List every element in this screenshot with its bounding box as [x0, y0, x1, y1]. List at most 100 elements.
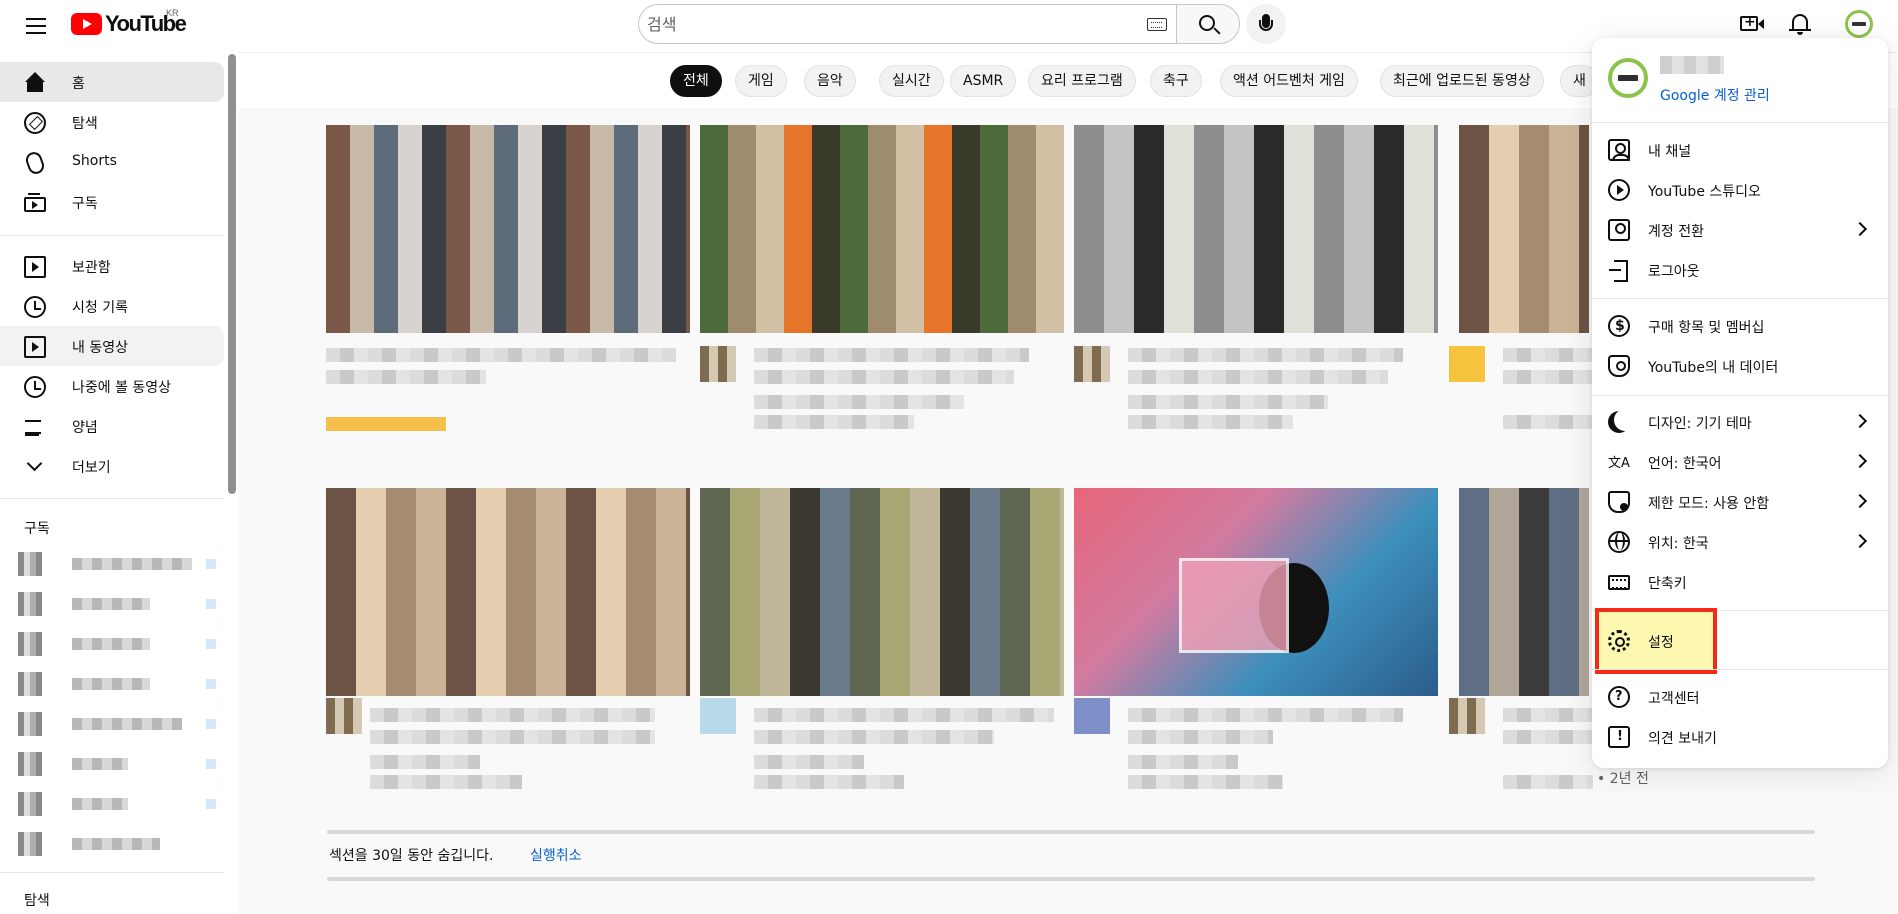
- video-title[interactable]: [326, 348, 676, 362]
- channel-avatar[interactable]: [700, 346, 736, 382]
- menu-item-restricted-mode[interactable]: 제한 모드: 사용 안함: [1592, 482, 1888, 522]
- video-title[interactable]: [754, 708, 1054, 722]
- sidebar-item-show-more[interactable]: 더보기: [0, 446, 224, 486]
- menu-item-appearance[interactable]: 디자인: 기기 테마: [1592, 402, 1888, 442]
- sidebar-item-explore[interactable]: 탐색: [0, 102, 224, 142]
- video-title[interactable]: [370, 708, 655, 722]
- sidebar-item-watch-later[interactable]: 나중에 볼 동영상: [0, 366, 224, 406]
- menu-item-label: 계정 전환: [1648, 224, 1704, 240]
- video-thumbnail[interactable]: [1074, 125, 1438, 333]
- menu-item-youtube-studio[interactable]: YouTube 스튜디오: [1592, 170, 1888, 210]
- video-title[interactable]: [1128, 730, 1273, 744]
- chip-live[interactable]: 실시간: [879, 65, 944, 97]
- menu-item-label: 디자인: 기기 테마: [1648, 416, 1752, 432]
- video-title[interactable]: [754, 348, 1029, 362]
- chip-asmr[interactable]: ASMR: [950, 65, 1017, 97]
- chip-action-adventure[interactable]: 액션 어드벤처 게임: [1220, 65, 1358, 97]
- menu-item-your-data[interactable]: YouTube의 내 데이터: [1592, 346, 1888, 386]
- sidebar-item-your-videos[interactable]: 내 동영상: [0, 326, 224, 366]
- menu-item-help[interactable]: 고객센터: [1592, 677, 1888, 717]
- notifications-bell-icon[interactable]: [1786, 10, 1814, 38]
- channel-avatar[interactable]: [1449, 698, 1485, 734]
- manage-google-account-link[interactable]: Google 계정 관리: [1660, 85, 1770, 105]
- keyboard-icon[interactable]: [1147, 18, 1167, 31]
- chip-games[interactable]: 게임: [735, 65, 787, 97]
- menu-item-keyboard-shortcuts[interactable]: 단축키: [1592, 562, 1888, 602]
- video-title[interactable]: [754, 370, 1014, 384]
- subscription-channel[interactable]: [18, 630, 218, 656]
- sidebar-item-label: 보관함: [72, 260, 111, 276]
- menu-item-switch-account[interactable]: 계정 전환: [1592, 210, 1888, 250]
- menu-item-send-feedback[interactable]: 의견 보내기: [1592, 717, 1888, 757]
- menu-item-location[interactable]: 위치: 한국: [1592, 522, 1888, 562]
- menu-item-settings[interactable]: 설정: [1592, 621, 1888, 661]
- youtube-logo[interactable]: YouTube KR: [71, 8, 187, 36]
- purchases-icon: [1608, 315, 1630, 337]
- search-input[interactable]: [647, 5, 1107, 43]
- sidebar-item-label: 양념: [72, 420, 98, 436]
- home-icon: [24, 72, 46, 94]
- youtube-play-icon: [71, 13, 102, 35]
- library-icon: [24, 256, 46, 278]
- sidebar-item-playlist[interactable]: 양념: [0, 406, 224, 446]
- subscription-channel[interactable]: [18, 750, 218, 776]
- undo-link[interactable]: 실행취소: [530, 845, 582, 865]
- video-channel[interactable]: [326, 417, 446, 431]
- menu-item-purchases[interactable]: 구매 항목 및 멤버십: [1592, 306, 1888, 346]
- menu-item-your-channel[interactable]: 내 채널: [1592, 130, 1888, 170]
- video-title[interactable]: [1503, 708, 1593, 722]
- sidebar-item-history[interactable]: 시청 기록: [0, 286, 224, 326]
- video-thumbnail[interactable]: [1459, 125, 1589, 333]
- subscription-channel[interactable]: [18, 670, 218, 696]
- video-title[interactable]: [1503, 348, 1593, 362]
- video-thumbnail[interactable]: [1459, 488, 1589, 696]
- chip-music[interactable]: 음악: [804, 65, 856, 97]
- video-meta: [754, 775, 904, 789]
- video-thumbnail[interactable]: [700, 488, 1064, 696]
- video-thumbnail[interactable]: [1074, 488, 1438, 696]
- channel-avatar[interactable]: [1074, 346, 1110, 382]
- video-title[interactable]: [1128, 348, 1403, 362]
- channel-avatar[interactable]: [1449, 346, 1485, 382]
- chip-recently-uploaded[interactable]: 최근에 업로드된 동영상: [1380, 65, 1544, 97]
- chip-all[interactable]: 전체: [670, 65, 722, 97]
- video-title[interactable]: [1128, 370, 1388, 384]
- create-video-icon[interactable]: [1738, 10, 1766, 38]
- country-code: KR: [166, 8, 179, 18]
- sidebar-item-home[interactable]: 홈: [0, 62, 224, 102]
- video-title[interactable]: [1128, 708, 1403, 722]
- subscription-channel[interactable]: [18, 550, 218, 576]
- voice-search-button[interactable]: [1246, 4, 1286, 44]
- sidebar-scrollbar[interactable]: [228, 54, 236, 494]
- menu-item-language[interactable]: 언어: 한국어: [1592, 442, 1888, 482]
- channel-avatar[interactable]: [700, 698, 736, 734]
- chip-soccer[interactable]: 축구: [1150, 65, 1202, 97]
- sidebar-divider: [0, 498, 224, 499]
- video-title[interactable]: [370, 730, 655, 744]
- account-avatar[interactable]: [1845, 10, 1873, 38]
- subscription-channel[interactable]: [18, 710, 218, 736]
- menu-item-label: 단축키: [1648, 576, 1687, 592]
- video-title[interactable]: [754, 730, 994, 744]
- video-title[interactable]: [1503, 730, 1593, 744]
- channel-avatar[interactable]: [1074, 698, 1110, 734]
- video-title[interactable]: [1503, 370, 1593, 384]
- sidebar-item-library[interactable]: 보관함: [0, 246, 224, 286]
- chip-cooking[interactable]: 요리 프로그램: [1028, 65, 1136, 97]
- video-thumbnail[interactable]: [326, 488, 690, 696]
- video-title[interactable]: [326, 370, 486, 384]
- channel-avatar[interactable]: [326, 698, 362, 734]
- sidebar-item-shorts[interactable]: Shorts: [0, 142, 224, 182]
- sidebar-item-label: 홈: [72, 76, 85, 92]
- subscription-channel[interactable]: [18, 790, 218, 816]
- search-button[interactable]: [1176, 4, 1240, 44]
- menu-item-sign-out[interactable]: 로그아웃: [1592, 250, 1888, 290]
- menu-item-label: 구매 항목 및 멤버십: [1648, 320, 1765, 336]
- guide-menu-icon[interactable]: [22, 12, 50, 40]
- video-thumbnail[interactable]: [326, 125, 690, 333]
- subscription-channel[interactable]: [18, 830, 218, 856]
- sidebar-item-label: 내 동영상: [72, 340, 128, 356]
- video-thumbnail[interactable]: [700, 125, 1064, 333]
- sidebar-item-subscriptions[interactable]: 구독: [0, 182, 224, 222]
- subscription-channel[interactable]: [18, 590, 218, 616]
